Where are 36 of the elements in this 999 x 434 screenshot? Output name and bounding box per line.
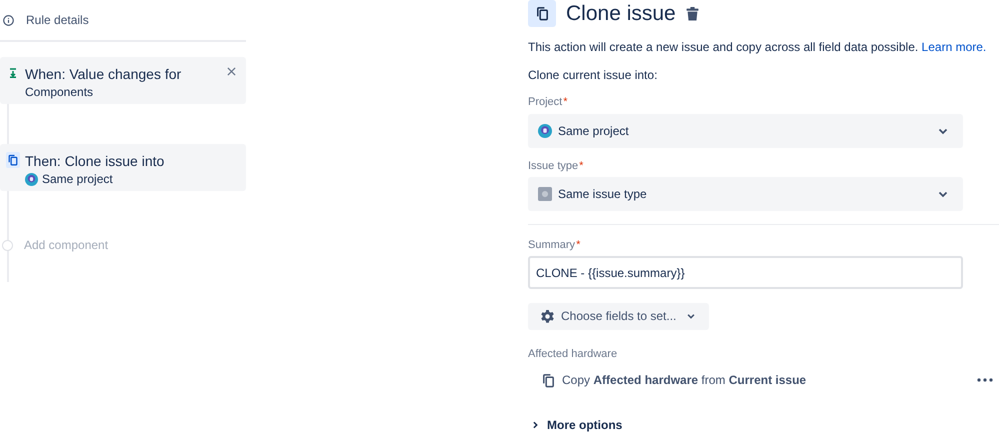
action-description: This action will create a new issue and copy across all field data possible. Learn more. — [528, 39, 988, 56]
rule-details-link[interactable]: Rule details — [26, 11, 89, 29]
gear-icon — [540, 308, 555, 324]
choose-fields-button[interactable]: Choose fields to set... — [528, 302, 709, 330]
required-asterisk: * — [579, 160, 584, 172]
component-subtitle: Same project — [42, 171, 113, 188]
component-subtitle: Components — [25, 84, 94, 101]
field-label: Summary* — [528, 238, 582, 253]
project-avatar-icon — [25, 172, 38, 186]
rule-component-card[interactable]: Then: Clone issue into Same project — [0, 144, 246, 191]
required-asterisk: * — [576, 238, 580, 251]
chevron-right-icon — [532, 421, 539, 429]
required-asterisk: * — [563, 96, 568, 108]
close-icon — [226, 66, 236, 76]
trash-icon[interactable] — [686, 6, 699, 20]
summary-input[interactable]: CLONE - {{issue.summary}} — [528, 256, 963, 289]
more-options-toggle[interactable]: More options — [528, 416, 622, 434]
copy-icon — [534, 6, 550, 21]
copy-field-text: Copy Affected hardware from Current issue — [562, 372, 808, 389]
field-label: Project* — [528, 95, 569, 110]
field-label: Issue type* — [528, 158, 584, 174]
learn-more-link[interactable]: Learn more. — [922, 40, 986, 54]
more-icon[interactable] — [977, 378, 993, 382]
copy-icon — [541, 372, 556, 388]
field-section-label: Affected hardware — [528, 346, 618, 362]
select-field[interactable]: Same issue type — [528, 177, 963, 211]
clone-into-label: Clone current issue into: — [528, 67, 658, 84]
info-icon — [3, 14, 14, 26]
panel-title: Clone issue — [566, 0, 676, 27]
rule-component-card[interactable]: When: Value changes for Components — [0, 57, 246, 104]
component-title: When: Value changes for — [25, 65, 182, 83]
issue-type-icon — [538, 187, 552, 201]
close-button[interactable] — [225, 65, 237, 77]
project-avatar-icon — [538, 124, 552, 138]
select-field[interactable]: Same project — [528, 114, 963, 148]
component-title: Then: Clone issue into — [25, 152, 164, 170]
